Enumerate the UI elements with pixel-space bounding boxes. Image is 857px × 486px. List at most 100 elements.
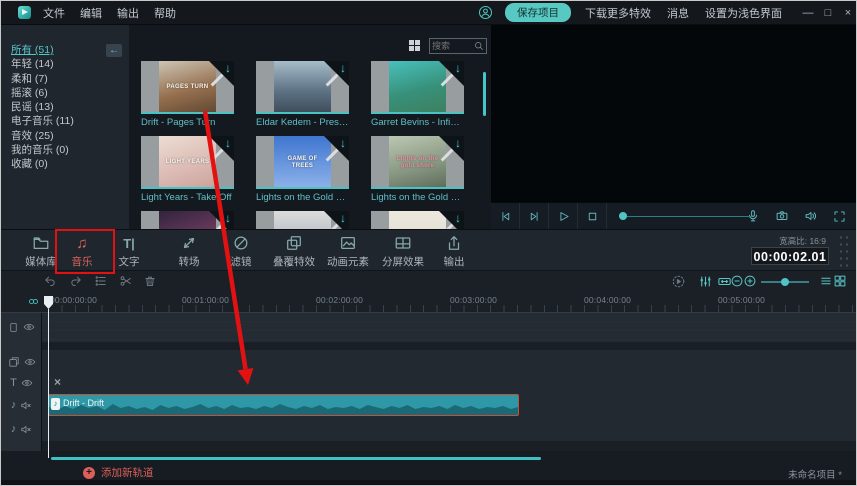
menu-help[interactable]: 帮助 (154, 5, 176, 21)
download-icon[interactable]: ↓ (225, 211, 231, 225)
timeline-ruler[interactable]: 00:00:00:00 00:01:00:00 00:02:00:00 00:0… (1, 293, 857, 313)
pip-track-lane[interactable] (42, 350, 857, 374)
messages-button[interactable]: 消息 (667, 5, 689, 21)
music-thumbnail[interactable]: LIGHT YEARS↓ (141, 136, 234, 189)
music-card[interactable]: ↓ Eldar Kedem - Present Mo... (256, 61, 349, 128)
music-card[interactable]: GAME OF TREES↓ Lights on the Gold Shore … (256, 136, 349, 203)
category-folk[interactable]: 民谣 (13) (11, 100, 129, 114)
zoom-in-icon[interactable] (743, 274, 757, 288)
download-icon[interactable]: ↓ (455, 61, 461, 75)
menu-edit[interactable]: 编辑 (80, 5, 102, 21)
stop-button[interactable] (578, 203, 607, 230)
video-preview (491, 25, 857, 229)
jump-to-end-button[interactable] (520, 203, 549, 230)
tab-elements[interactable]: 动画元素 (317, 234, 379, 269)
music-card[interactable]: ↓ Garret Bevins - Infinite - S... (371, 61, 464, 128)
collapse-sidebar-button[interactable]: ← (106, 44, 122, 57)
category-electronic[interactable]: 电子音乐 (11) (11, 114, 129, 128)
text-track-lane[interactable] (42, 374, 857, 393)
menu-export[interactable]: 输出 (117, 5, 139, 21)
minimize-button[interactable]: — (798, 7, 818, 19)
playhead-line[interactable] (48, 309, 50, 458)
video-track-lane[interactable] (42, 313, 857, 342)
redo-icon[interactable] (69, 274, 83, 288)
mute-icon[interactable] (20, 400, 32, 411)
track-height-icon[interactable] (819, 274, 833, 288)
music-title: Drift - Pages Turn (141, 117, 234, 128)
download-icon[interactable]: ↓ (340, 211, 346, 225)
category-my-music[interactable]: 我的音乐 (0) (11, 143, 129, 157)
category-favorites[interactable]: 收藏 (0) (11, 157, 129, 171)
zoom-out-icon[interactable] (730, 274, 744, 288)
eye-icon[interactable] (21, 378, 33, 388)
tab-transitions[interactable]: 转场 (161, 234, 217, 269)
download-effects-button[interactable]: 下载更多特效 (585, 5, 651, 21)
timeline-h-scrollbar[interactable] (51, 457, 541, 460)
seek-handle[interactable] (619, 212, 627, 220)
snapshot-icon[interactable] (775, 209, 789, 223)
panel-grip-dots[interactable] (838, 234, 851, 268)
music-card[interactable]: PAGES TURN ↓ Drift - Pages Turn (141, 61, 234, 128)
grid-scrollbar[interactable] (483, 72, 486, 116)
close-button[interactable]: × (838, 7, 857, 19)
save-project-button[interactable]: 保存项目 (505, 3, 571, 22)
mute-icon[interactable] (20, 424, 32, 435)
music-card[interactable]: LIGHT YEARS↓ Light Years - Take Off (141, 136, 234, 203)
audio-clip[interactable]: ♪ Drift - Drift (48, 394, 519, 416)
music-thumbnail[interactable]: ↓ (141, 211, 234, 229)
seek-slider[interactable] (607, 203, 746, 230)
tab-export[interactable]: 输出 (426, 234, 482, 269)
music-card[interactable]: ↓ (141, 211, 234, 229)
audio-mixer-icon[interactable] (698, 274, 713, 289)
music-thumbnail[interactable]: Lights on the gold shore↓ (371, 136, 464, 189)
grid-view-icon[interactable] (409, 40, 420, 51)
download-icon[interactable]: ↓ (225, 136, 231, 150)
tab-overlays[interactable]: 叠覆特效 (263, 234, 325, 269)
tab-split-screen[interactable]: 分屏效果 (372, 234, 434, 269)
download-icon[interactable]: ↓ (225, 61, 231, 75)
undo-icon[interactable] (43, 274, 57, 288)
category-young[interactable]: 年轻 (14) (11, 57, 129, 71)
music-thumbnail[interactable]: ↓ (256, 211, 349, 229)
download-icon[interactable]: ↓ (340, 61, 346, 75)
category-rock[interactable]: 摇滚 (6) (11, 86, 129, 100)
download-icon[interactable]: ↓ (340, 136, 346, 150)
snap-icon[interactable] (27, 295, 40, 308)
fullscreen-icon[interactable] (833, 210, 846, 223)
music-thumbnail[interactable]: PAGES TURN ↓ (141, 61, 234, 114)
grid-layout-icon[interactable] (833, 274, 847, 288)
category-sfx[interactable]: 音效 (25) (11, 129, 129, 143)
play-button[interactable] (549, 203, 578, 230)
track-manager-icon[interactable] (94, 274, 108, 288)
search-input[interactable] (430, 41, 474, 51)
music-card[interactable]: Lights on the gold shore↓ Lights on the … (371, 136, 464, 203)
window-bottom-edge (1, 480, 857, 486)
jump-to-start-button[interactable] (491, 203, 520, 230)
delete-icon[interactable] (143, 274, 157, 288)
volume-icon[interactable] (804, 209, 818, 223)
music-thumbnail[interactable]: ↓ (371, 61, 464, 114)
split-clip-icon[interactable] (119, 274, 133, 288)
add-track-button[interactable]: + 添加新轨道 (83, 465, 154, 480)
category-soft[interactable]: 柔和 (7) (11, 72, 129, 86)
album-art-text: PAGES TURN (165, 84, 211, 91)
download-icon[interactable]: ↓ (455, 211, 461, 225)
music-thumbnail[interactable]: GAME OF TREES ↓ (256, 136, 349, 189)
music-card[interactable]: ↓ (256, 211, 349, 229)
account-icon[interactable] (478, 5, 493, 20)
menu-file[interactable]: 文件 (43, 5, 65, 21)
light-theme-button[interactable]: 设置为浅色界面 (705, 5, 782, 21)
eye-icon[interactable] (23, 322, 35, 332)
music-thumbnail[interactable]: ↓ (256, 61, 349, 114)
album-art-text: GAME OF TREES (274, 156, 331, 170)
music-track-lane-2[interactable] (42, 417, 857, 441)
timeline-zoom-handle[interactable] (781, 278, 789, 286)
download-icon[interactable]: ↓ (455, 136, 461, 150)
maximize-button[interactable]: □ (818, 7, 838, 19)
music-thumbnail[interactable]: Out↓ (371, 211, 464, 229)
tab-filters[interactable]: 滤镜 (213, 234, 269, 269)
render-preview-icon[interactable] (671, 274, 686, 289)
music-card[interactable]: Out↓ (371, 211, 464, 229)
eye-icon[interactable] (24, 357, 36, 367)
search-box[interactable] (429, 38, 487, 54)
